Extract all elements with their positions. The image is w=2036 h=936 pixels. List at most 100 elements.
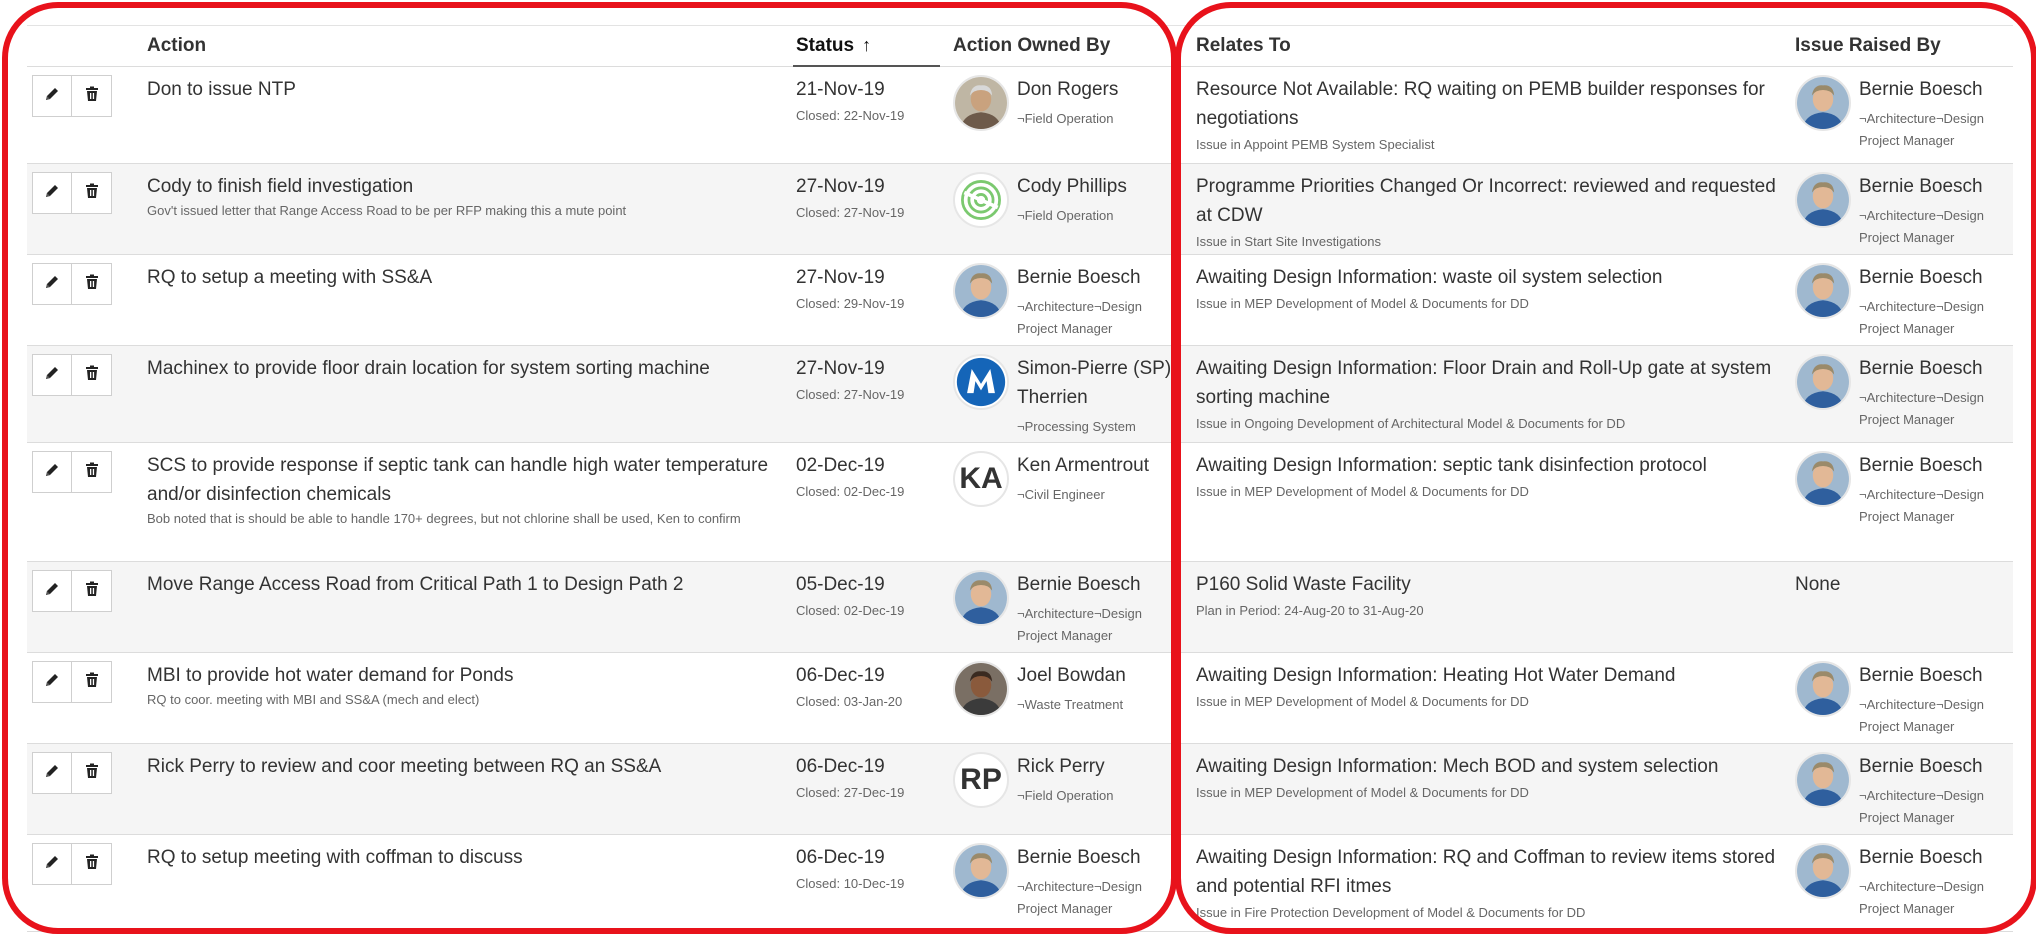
edit-button[interactable]: [32, 263, 72, 305]
delete-button[interactable]: [72, 75, 112, 117]
status-cell: 27-Nov-19 Closed: 29-Nov-19: [796, 263, 946, 313]
raiser-name[interactable]: Bernie Boesch: [1859, 263, 1983, 292]
delete-button[interactable]: [72, 570, 112, 612]
edit-button[interactable]: [32, 172, 72, 214]
raiser-role: Project Manager: [1859, 321, 1955, 336]
delete-button[interactable]: [72, 451, 112, 493]
action-cell: Cody to finish field investigation Gov't …: [147, 172, 797, 220]
action-text: Rick Perry to review and coor meeting be…: [147, 756, 662, 777]
status-date: 05-Dec-19: [796, 574, 885, 595]
relates-cell: Awaiting Design Information: Heating Hot…: [1196, 661, 1796, 711]
relates-text[interactable]: Awaiting Design Information: septic tank…: [1196, 451, 1796, 480]
raiser-name[interactable]: Bernie Boesch: [1859, 752, 1983, 781]
pencil-icon: [44, 763, 60, 784]
table-row: SCS to provide response if septic tank c…: [27, 443, 2013, 562]
relates-cell: Awaiting Design Information: waste oil s…: [1196, 263, 1796, 313]
relates-text[interactable]: Awaiting Design Information: Heating Hot…: [1196, 661, 1796, 690]
owner-cell: Don Rogers ¬Field Operation: [953, 75, 1175, 161]
col-relates-to[interactable]: Relates To: [1196, 35, 1291, 57]
owner-dept: ¬Civil Engineer: [1017, 487, 1105, 502]
closed-date: Closed: 02-Dec-19: [796, 603, 905, 618]
trash-icon: [84, 581, 100, 602]
raiser-name[interactable]: Bernie Boesch: [1859, 172, 1983, 201]
relates-text[interactable]: Awaiting Design Information: RQ and Coff…: [1196, 843, 1796, 901]
col-action[interactable]: Action: [147, 35, 206, 57]
action-cell: SCS to provide response if septic tank c…: [147, 451, 797, 528]
owner-name-block[interactable]: Joel Bowdan: [1017, 661, 1126, 690]
col-owned-by[interactable]: Action Owned By: [953, 35, 1110, 57]
status-date: 27-Nov-19: [796, 267, 885, 288]
owner-name-block[interactable]: Bernie Boesch: [1017, 263, 1141, 292]
raiser-name[interactable]: Bernie Boesch: [1859, 75, 1983, 104]
raiser-dept: ¬Architecture¬Design: [1859, 697, 1985, 712]
owner-name-block[interactable]: Bernie Boesch: [1017, 570, 1141, 599]
row-actions: [32, 263, 112, 305]
relates-text[interactable]: Awaiting Design Information: Floor Drain…: [1196, 354, 1796, 412]
owner-cell: Joel Bowdan ¬Waste Treatment: [953, 661, 1175, 741]
col-raised-by[interactable]: Issue Raised By: [1795, 35, 1941, 57]
relates-sub: Issue in Ongoing Development of Architec…: [1196, 416, 1626, 431]
delete-button[interactable]: [72, 661, 112, 703]
relates-text[interactable]: P160 Solid Waste Facility: [1196, 570, 1796, 599]
owner-name-block[interactable]: Ken Armentrout: [1017, 451, 1149, 480]
relates-text[interactable]: Awaiting Design Information: Mech BOD an…: [1196, 752, 1796, 781]
relates-sub: Issue in MEP Development of Model & Docu…: [1196, 785, 1529, 800]
raiser-name[interactable]: Bernie Boesch: [1859, 843, 1983, 872]
edit-button[interactable]: [32, 843, 72, 885]
pencil-icon: [44, 86, 60, 107]
avatar: RP: [953, 752, 1009, 808]
owner-dept-block: ¬Waste Treatment: [1017, 694, 1175, 716]
relates-text[interactable]: Awaiting Design Information: waste oil s…: [1196, 263, 1796, 292]
closed-date: Closed: 10-Dec-19: [796, 876, 905, 891]
edit-button[interactable]: [32, 75, 72, 117]
owner-dept-block: ¬Field Operation: [1017, 108, 1175, 130]
edit-button[interactable]: [32, 451, 72, 493]
relates-text[interactable]: Resource Not Available: RQ waiting on PE…: [1196, 75, 1796, 133]
delete-button[interactable]: [72, 752, 112, 794]
col-status[interactable]: Status ↑: [796, 35, 871, 57]
owner-name-block[interactable]: Simon-Pierre (SP) Therrien: [1017, 354, 1171, 412]
status-cell: 05-Dec-19 Closed: 02-Dec-19: [796, 570, 946, 620]
owner-name-block[interactable]: Don Rogers: [1017, 75, 1118, 104]
avatar: [1795, 172, 1851, 228]
row-actions: [32, 354, 112, 396]
raiser-dept-block: ¬Architecture¬Design Project Manager: [1859, 484, 2036, 528]
raiser-dept: ¬Architecture¬Design: [1859, 208, 1985, 223]
raiser-name[interactable]: Bernie Boesch: [1859, 661, 1983, 690]
edit-button[interactable]: [32, 354, 72, 396]
owner-dept-block: ¬Civil Engineer: [1017, 484, 1175, 506]
pencil-icon: [44, 183, 60, 204]
delete-button[interactable]: [72, 263, 112, 305]
avatar: [953, 263, 1009, 319]
owner-dept-block: ¬Architecture¬Design Project Manager: [1017, 603, 1175, 647]
relates-cell: Resource Not Available: RQ waiting on PE…: [1196, 75, 1796, 154]
avatar: [953, 354, 1009, 410]
raiser-name[interactable]: Bernie Boesch: [1859, 354, 1983, 383]
edit-button[interactable]: [32, 661, 72, 703]
owner-name-block[interactable]: Cody Phillips: [1017, 172, 1127, 201]
action-cell: RQ to setup a meeting with SS&A: [147, 263, 797, 292]
row-actions: [32, 172, 112, 214]
edit-button[interactable]: [32, 752, 72, 794]
owner-name-block[interactable]: Bernie Boesch: [1017, 843, 1141, 872]
relates-cell: Programme Priorities Changed Or Incorrec…: [1196, 172, 1796, 251]
delete-button[interactable]: [72, 354, 112, 396]
delete-button[interactable]: [72, 843, 112, 885]
delete-button[interactable]: [72, 172, 112, 214]
owner-dept-block: ¬Architecture¬Design Project Manager: [1017, 876, 1175, 920]
status-cell: 06-Dec-19 Closed: 03-Jan-20: [796, 661, 946, 711]
owner-dept: ¬Architecture¬Design: [1017, 299, 1143, 314]
raiser-name[interactable]: Bernie Boesch: [1859, 451, 1983, 480]
closed-date: Closed: 22-Nov-19: [796, 108, 905, 123]
owner-name: Rick Perry: [1017, 756, 1105, 777]
edit-button[interactable]: [32, 570, 72, 612]
owner-name-block[interactable]: Rick Perry: [1017, 752, 1105, 781]
row-actions: [32, 752, 112, 794]
owner-role: Project Manager: [1017, 628, 1113, 643]
table-body: Don to issue NTP 21-Nov-19 Closed: 22-Nov-…: [27, 67, 2013, 932]
relates-text[interactable]: Programme Priorities Changed Or Incorrec…: [1196, 172, 1796, 230]
owner-dept: ¬Architecture¬Design: [1017, 606, 1143, 621]
action-note: RQ to coor. meeting with MBI and SS&A (m…: [147, 692, 480, 707]
owner-name: Bernie Boesch: [1017, 267, 1141, 288]
raiser-dept-block: ¬Architecture¬Design Project Manager: [1859, 876, 2036, 920]
